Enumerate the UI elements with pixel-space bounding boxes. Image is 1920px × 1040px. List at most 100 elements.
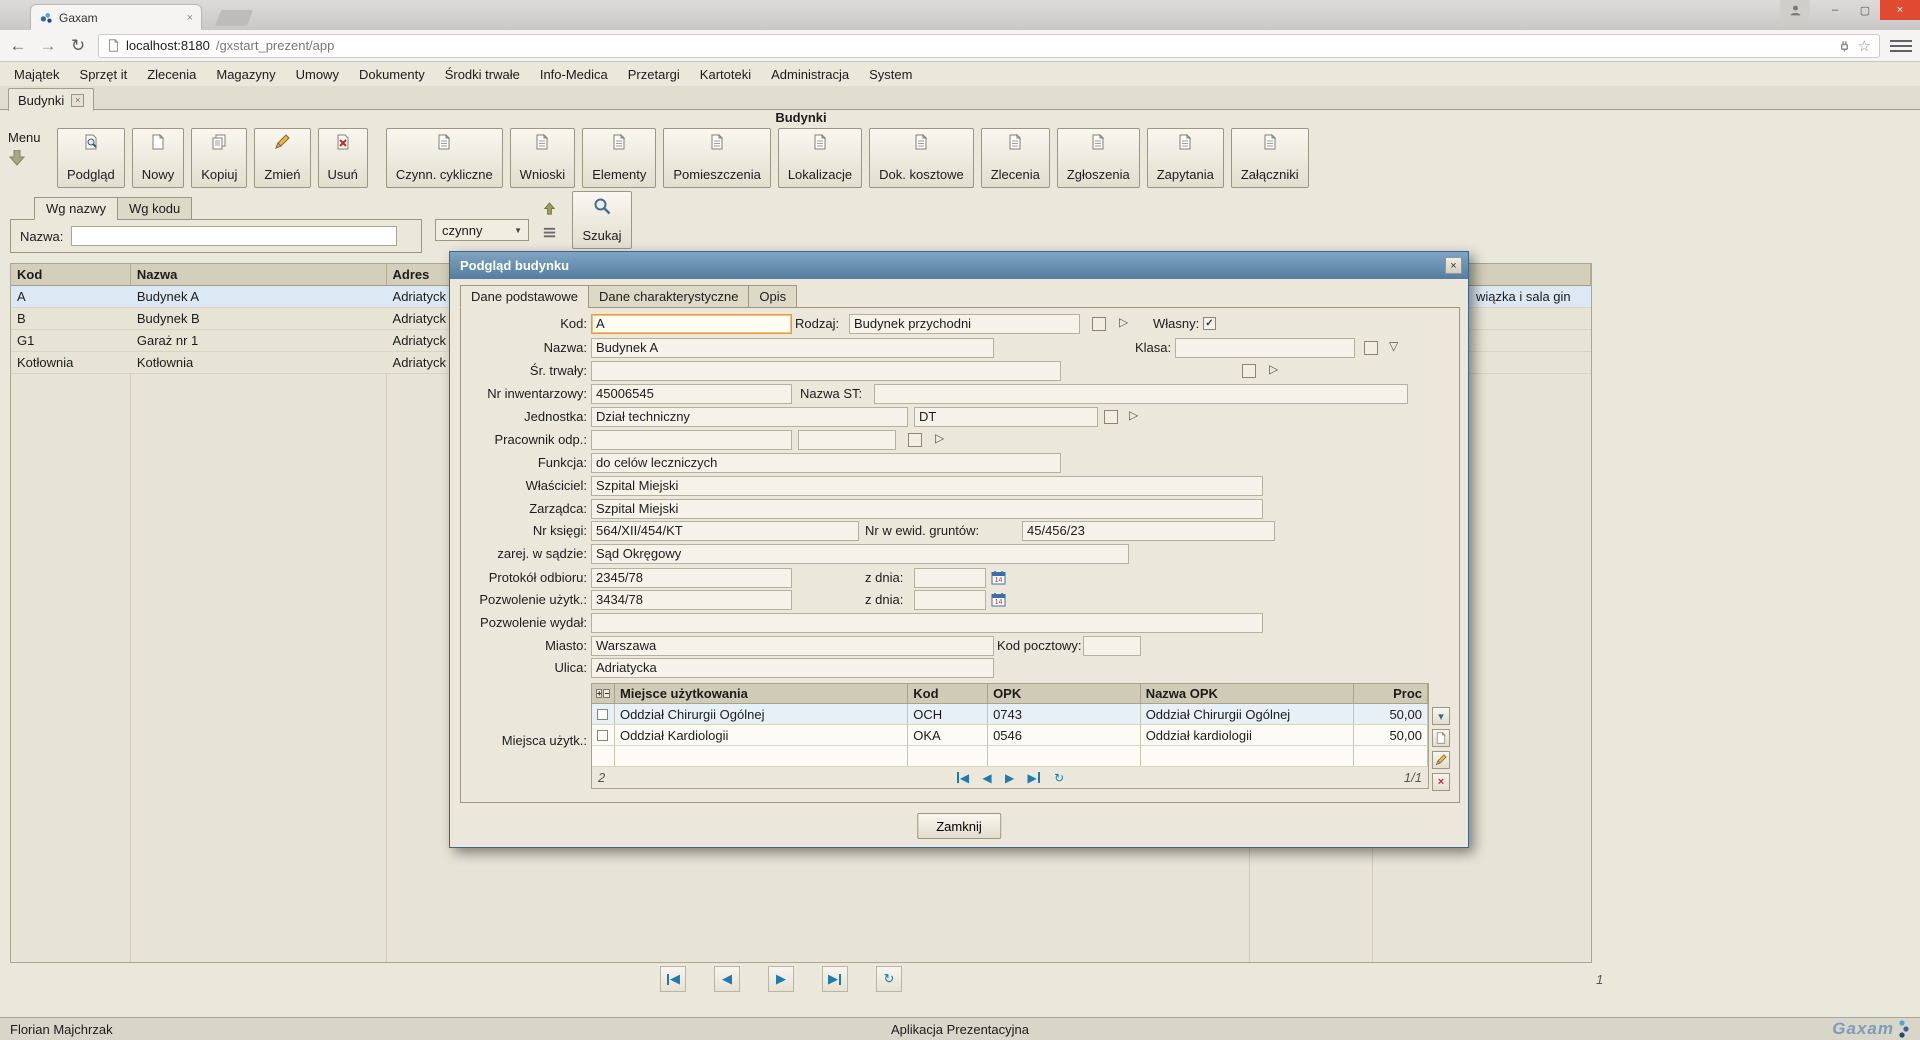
calendar-icon[interactable] [991,592,1006,607]
url-bar[interactable]: localhost:8180/gxstart_prezent/app ☆ [98,34,1880,58]
plug-icon[interactable] [1837,38,1852,53]
pracownik-open-icon[interactable]: ▷ [935,431,944,445]
header-kod[interactable]: Kod [11,264,131,285]
klasa-dropdown-icon[interactable]: ▽ [1389,339,1398,353]
reload-button[interactable]: ↻ [68,36,88,56]
usage-prev-page-button[interactable]: ◀ [982,771,991,785]
toolbar-button-pomieszczenia[interactable]: Pomieszczenia [663,128,770,188]
toolbar-button-podglad[interactable]: Podgląd [57,128,125,188]
usage-first-page-button[interactable]: ◀ [956,771,969,785]
toolbar-button-nowy[interactable]: Nowy [132,128,185,188]
minimize-button[interactable]: – [1820,0,1850,20]
toolbar-button-elementy[interactable]: Elementy [582,128,656,188]
zarzadca-field[interactable]: Szpital Miejski [591,499,1263,519]
first-page-button[interactable]: ◀ [660,966,686,992]
toolbar-button-zapytania[interactable]: Zapytania [1147,128,1224,188]
nr-ewid-field[interactable]: 45/456/23 [1022,521,1275,541]
usage-grid-row[interactable]: Oddział Kardiologii OKA 0546 Oddział kar… [592,725,1428,746]
klasa-field[interactable] [1175,338,1355,358]
menu-srodki-trwale[interactable]: Środki trwałe [435,64,530,85]
pracownik-odp-field2[interactable] [798,430,896,450]
usage-delete-button[interactable]: × [1432,773,1450,791]
toolbar-button-zlecenia[interactable]: Zlecenia [981,128,1050,188]
rodzaj-field[interactable]: Budynek przychodni [849,314,1080,334]
pozwolenie-wydal-field[interactable] [591,613,1263,633]
menu-majatek[interactable]: Majątek [4,64,70,85]
list-button[interactable] [540,223,558,241]
toolbar-button-kopiuj[interactable]: Kopiuj [191,128,247,188]
sort-button[interactable] [540,200,558,218]
pozwolenie-date-field[interactable] [914,590,986,610]
usage-last-page-button[interactable]: ▶ [1028,771,1041,785]
search-button[interactable]: Szukaj [572,191,632,249]
rodzaj-open-icon[interactable]: ▷ [1119,315,1128,329]
toolbar-button-wnioski[interactable]: Wnioski [510,128,576,188]
tab-dane-charakterystyczne[interactable]: Dane charakterystyczne [588,285,749,308]
toolbar-button-dok-kosztowe[interactable]: Dok. kosztowe [869,128,974,188]
usage-next-page-button[interactable]: ▶ [1005,771,1014,785]
zarej-w-sadzie-field[interactable]: Sąd Okręgowy [591,544,1129,564]
menu-arrow-icon[interactable] [8,150,26,166]
tab-wg-nazwy[interactable]: Wg nazwy [34,197,118,220]
row-checkbox[interactable] [597,730,608,741]
search-name-input[interactable] [71,226,397,246]
close-window-button[interactable]: × [1880,0,1920,20]
browser-tab-close-icon[interactable]: × [187,12,193,24]
menu-magazyny[interactable]: Magazyny [206,64,285,85]
browser-tab[interactable]: Gaxam × [30,4,202,30]
row-checkbox[interactable] [597,709,608,720]
pracownik-lookup-button[interactable] [908,433,922,447]
nazwa-field[interactable]: Budynek A [591,338,994,358]
last-page-button[interactable]: ▶ [822,966,848,992]
jednostka-code-field[interactable]: DT [914,407,1098,427]
ulica-field[interactable]: Adriatycka [591,658,994,678]
usage-refresh-button[interactable]: ↻ [1054,771,1064,785]
new-tab-button[interactable] [215,10,253,26]
status-filter-select[interactable]: czynny ▼ [435,219,529,241]
jednostka-lookup-button[interactable] [1104,410,1118,424]
menu-info-medica[interactable]: Info-Medica [530,64,618,85]
forward-button[interactable]: → [38,36,58,56]
expand-collapse-icons[interactable]: +− [592,684,615,703]
toolbar-button-zgloszenia[interactable]: Zgłoszenia [1057,128,1140,188]
bookmark-star-icon[interactable]: ☆ [1858,37,1871,55]
calendar-icon[interactable] [991,570,1006,585]
menu-block[interactable]: Menu [8,128,50,166]
workspace-tab-budynki[interactable]: Budynki × [8,88,94,111]
menu-sprzet-it[interactable]: Sprzęt it [70,64,138,85]
pracownik-odp-field[interactable] [591,430,792,450]
wlasny-checkbox[interactable] [1203,317,1216,330]
menu-dokumenty[interactable]: Dokumenty [349,64,435,85]
usage-grid-row[interactable]: Oddział Chirurgii Ogólnej OCH 0743 Oddzi… [592,704,1428,725]
kod-pocztowy-field[interactable] [1083,636,1141,656]
pozwolenie-uzytk-field[interactable]: 3434/78 [591,590,792,610]
nr-ksiegi-field[interactable]: 564/XII/454/KT [591,521,859,541]
funkcja-field[interactable]: do celów leczniczych [591,453,1061,473]
menu-zlecenia[interactable]: Zlecenia [137,64,206,85]
toolbar-button-lokalizacje[interactable]: Lokalizacje [778,128,862,188]
menu-przetargi[interactable]: Przetargi [618,64,690,85]
next-page-button[interactable]: ▶ [768,966,794,992]
nr-inwentarzowy-field[interactable]: 45006545 [591,384,792,404]
nazwa-st-field[interactable] [874,384,1408,404]
usage-edit-button[interactable] [1432,751,1450,769]
rodzaj-lookup-button[interactable] [1092,317,1106,331]
tab-dane-podstawowe[interactable]: Dane podstawowe [460,285,589,308]
miasto-field[interactable]: Warszawa [591,636,994,656]
jednostka-open-icon[interactable]: ▷ [1129,408,1138,422]
usage-select-button[interactable]: ▾ [1432,707,1450,725]
maximize-button[interactable]: ▢ [1850,0,1880,20]
sr-trwaly-field[interactable] [591,361,1061,381]
toolbar-button-czynn-cykliczne[interactable]: Czynn. cykliczne [386,128,503,188]
menu-system[interactable]: System [859,64,922,85]
close-dialog-button[interactable]: Zamknij [917,813,1001,839]
tab-opis[interactable]: Opis [748,285,797,308]
menu-umowy[interactable]: Umowy [286,64,349,85]
kod-field[interactable]: A [591,314,792,334]
workspace-tab-close-icon[interactable]: × [71,94,84,107]
toolbar-button-usun[interactable]: Usuń [318,128,368,188]
menu-administracja[interactable]: Administracja [761,64,859,85]
profile-icon[interactable] [1780,0,1810,20]
browser-menu-icon[interactable] [1890,40,1912,52]
wlasciciel-field[interactable]: Szpital Miejski [591,476,1263,496]
